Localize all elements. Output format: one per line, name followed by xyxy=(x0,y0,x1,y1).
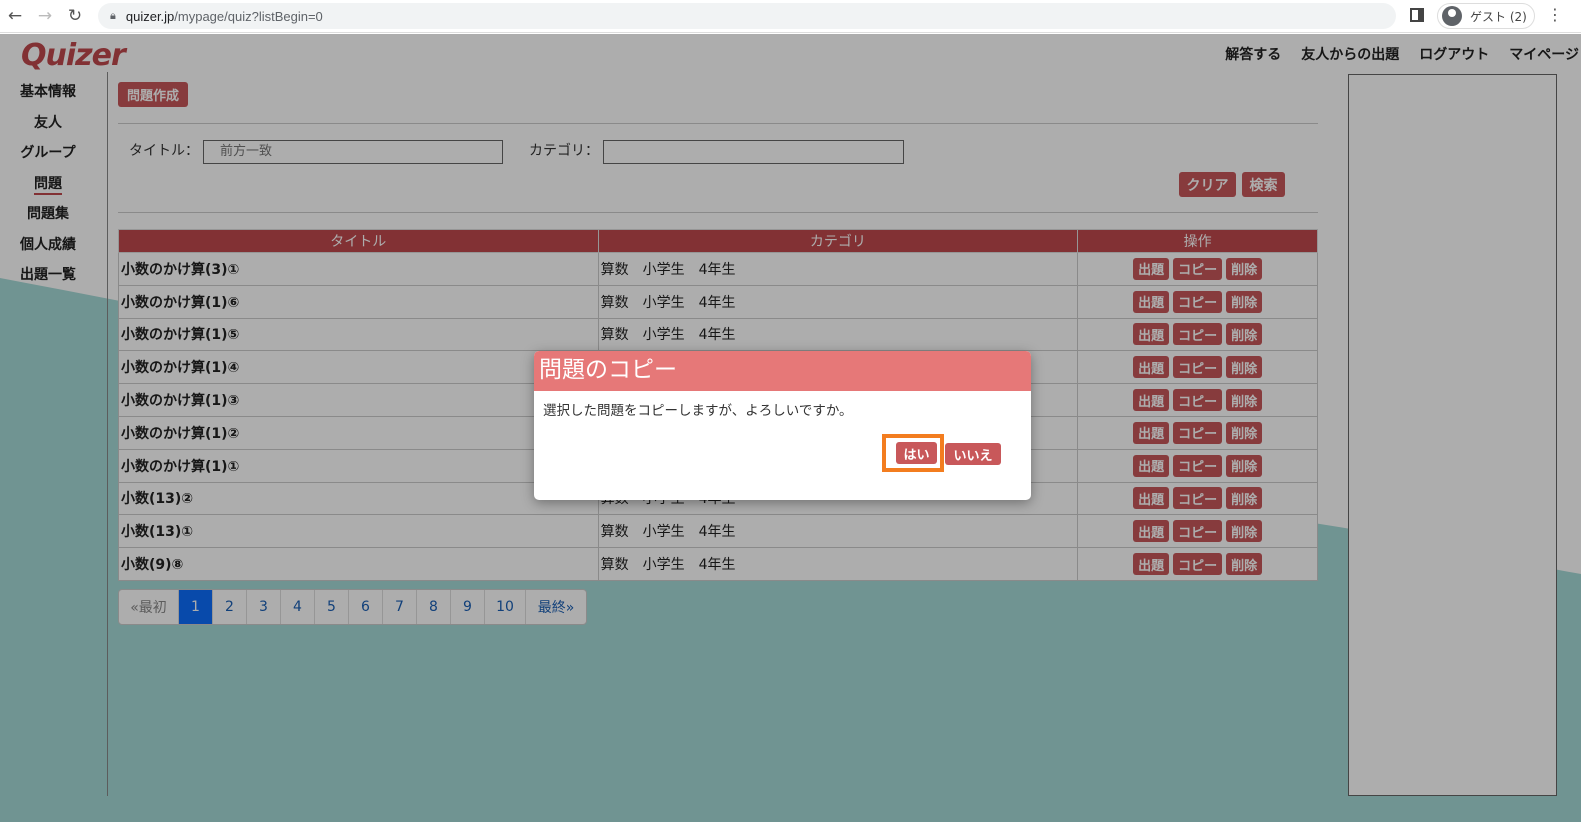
url-host: quizer.jp xyxy=(125,8,175,24)
profile-button[interactable]: ゲスト (2) xyxy=(1437,3,1535,29)
forward-arrow-icon[interactable]: → xyxy=(30,1,60,31)
lock-icon: 🔒︎ xyxy=(110,9,116,22)
reload-icon[interactable]: ↻ xyxy=(60,1,90,31)
dialog-title: 問題のコピー xyxy=(534,351,1031,391)
yes-button-highlight: はい xyxy=(882,434,944,472)
no-button[interactable]: いいえ xyxy=(945,443,1001,465)
yes-button[interactable]: はい xyxy=(896,442,937,464)
dialog-message: 選択した問題をコピーしますが、よろしいですか。 xyxy=(543,403,853,419)
copy-confirm-dialog: 問題のコピー 選択した問題をコピーしますが、よろしいですか。 はい いいえ xyxy=(534,351,1031,500)
profile-label: ゲスト (2) xyxy=(1470,9,1527,24)
back-arrow-icon[interactable]: ← xyxy=(0,1,30,31)
page: Quizer 解答する 友人からの出題 ログアウト マイページ 基本情報 友人 … xyxy=(0,34,1581,822)
url-path: /mypage/quiz?listBegin=0 xyxy=(174,8,323,24)
more-menu-icon[interactable]: ⋮ xyxy=(1547,5,1563,24)
avatar-icon xyxy=(1442,6,1462,26)
side-panel-icon[interactable] xyxy=(1410,8,1424,22)
browser-toolbar: ← → ↻ 🔒︎ quizer.jp/mypage/quiz?listBegin… xyxy=(0,0,1581,33)
address-bar[interactable]: 🔒︎ quizer.jp/mypage/quiz?listBegin=0 xyxy=(98,3,1396,29)
